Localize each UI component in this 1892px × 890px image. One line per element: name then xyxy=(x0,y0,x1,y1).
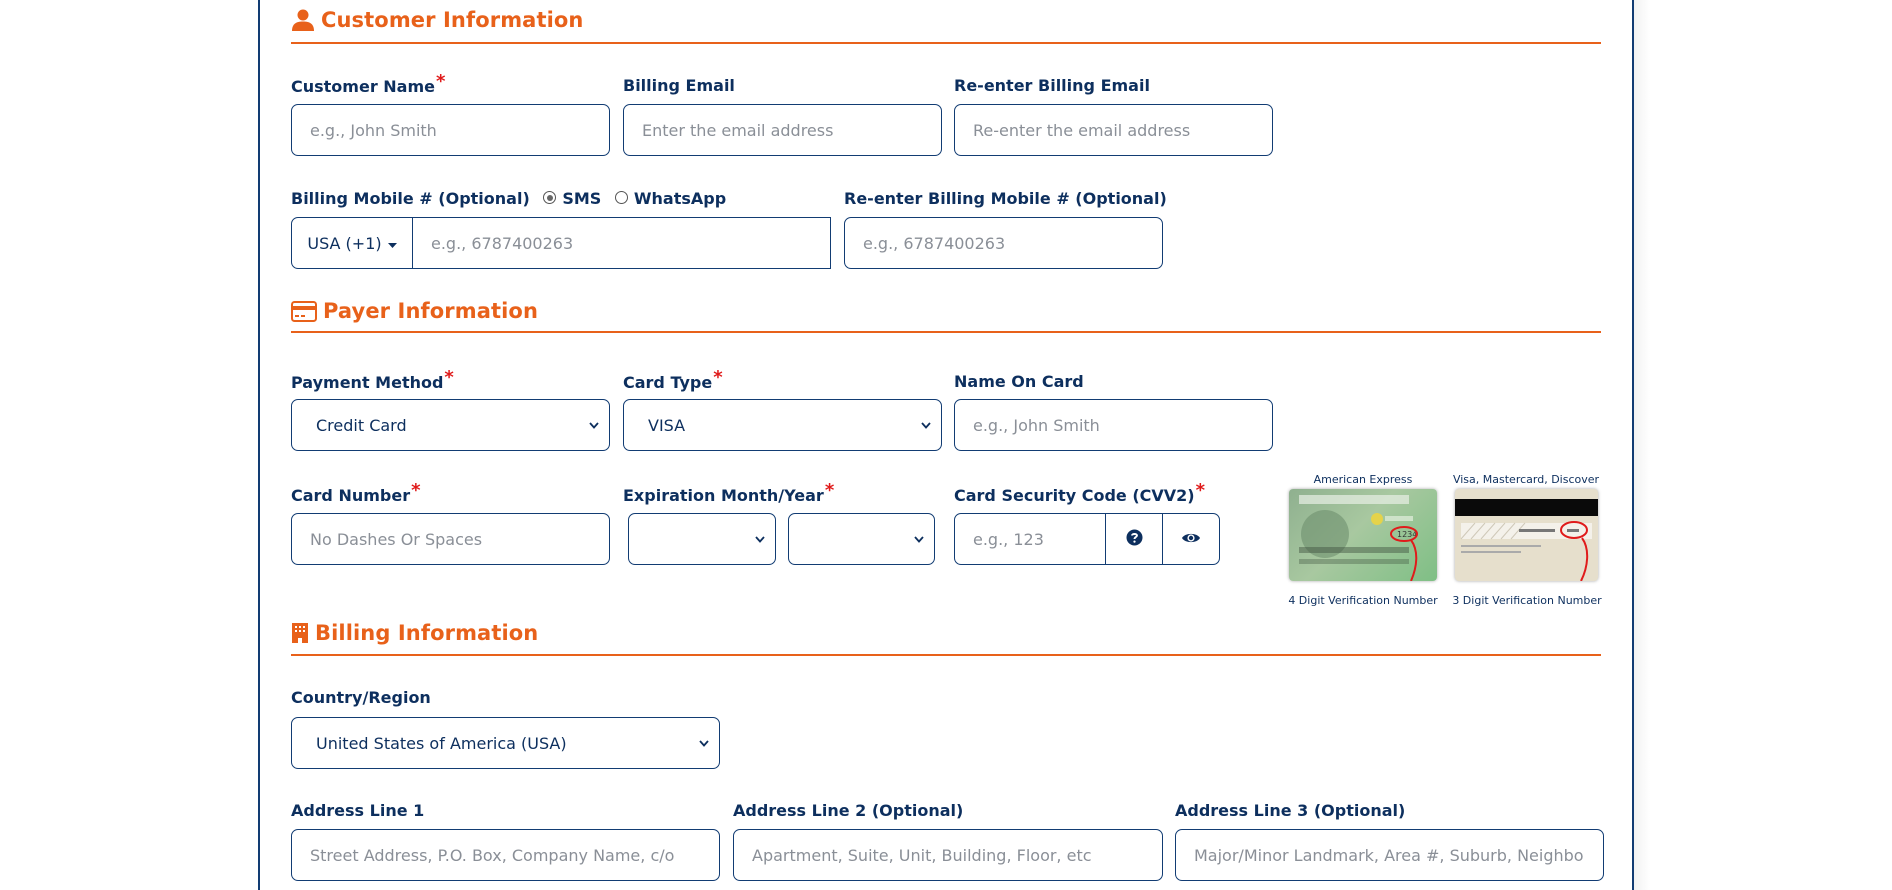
card-type-value: VISA xyxy=(648,415,686,435)
label-text: Expiration Month/Year xyxy=(623,486,824,505)
sms-radio-label[interactable]: SMS xyxy=(562,189,601,208)
visa-card-title: Visa, Mastercard, Discover xyxy=(1452,473,1600,486)
section-divider xyxy=(291,654,1601,656)
billing-email-field[interactable] xyxy=(623,104,942,156)
billing-email-label: Billing Email xyxy=(623,76,735,95)
required-asterisk: * xyxy=(436,71,446,92)
cvv-help-button[interactable] xyxy=(1105,514,1162,564)
section-title-customer: Customer Information xyxy=(291,8,583,32)
reenter-email-input[interactable] xyxy=(955,105,1272,155)
label-text: Customer Name xyxy=(291,77,435,96)
expiration-month-select[interactable] xyxy=(628,513,776,565)
payment-method-value: Credit Card xyxy=(316,415,407,435)
mobile-input[interactable] xyxy=(413,218,830,268)
chevron-down-icon xyxy=(914,534,924,544)
chevron-down-icon xyxy=(921,420,931,430)
card-type-label: Card Type* xyxy=(623,367,723,393)
cvv-field-group xyxy=(954,513,1220,565)
country-code-value: USA (+1) xyxy=(307,233,382,253)
label-text: Card Security Code (CVV2) xyxy=(954,486,1195,505)
country-select[interactable]: United States of America (USA) xyxy=(291,717,720,769)
expiration-year-select[interactable] xyxy=(788,513,935,565)
country-value: United States of America (USA) xyxy=(316,733,567,753)
label-text: Card Number xyxy=(291,486,411,505)
chevron-down-icon xyxy=(699,738,709,748)
mobile-label: Billing Mobile # (Optional) SMS WhatsApp xyxy=(291,189,726,208)
address-line-1-input[interactable] xyxy=(292,830,719,880)
caret-down-icon xyxy=(387,234,397,253)
label-text: Payment Method xyxy=(291,373,444,392)
amex-card-illustration: 1234 xyxy=(1299,495,1418,581)
section-title-text: Billing Information xyxy=(315,621,539,645)
sms-radio[interactable] xyxy=(543,191,557,204)
card-type-select[interactable]: VISA xyxy=(623,399,942,451)
chevron-down-icon xyxy=(589,420,599,430)
address-line-2-input[interactable] xyxy=(734,830,1162,880)
card-number-input[interactable] xyxy=(292,514,609,564)
visa-card-caption: 3 Digit Verification Number xyxy=(1452,594,1602,607)
building-icon xyxy=(291,622,309,644)
amex-card-title: American Express xyxy=(1313,473,1413,486)
mobile-field-group: USA (+1) xyxy=(291,217,831,269)
payment-method-label: Payment Method* xyxy=(291,367,454,393)
card-number-label: Card Number* xyxy=(291,480,421,506)
chevron-down-icon xyxy=(755,534,765,544)
amex-card-caption: 4 Digit Verification Number xyxy=(1288,594,1438,607)
required-asterisk: * xyxy=(444,367,454,388)
amex-card-image: 1234 xyxy=(1289,489,1437,581)
reenter-mobile-field[interactable] xyxy=(844,217,1163,269)
address-line-3-field[interactable] xyxy=(1175,829,1604,881)
required-asterisk: * xyxy=(1195,480,1206,501)
user-icon xyxy=(291,9,315,31)
customer-name-label: Customer Name* xyxy=(291,71,445,97)
whatsapp-radio-label[interactable]: WhatsApp xyxy=(634,189,726,208)
whatsapp-radio[interactable] xyxy=(614,191,628,204)
address-line-2-label: Address Line 2 (Optional) xyxy=(733,801,964,820)
cvv-show-button[interactable] xyxy=(1162,514,1219,564)
reenter-email-field[interactable] xyxy=(954,104,1273,156)
required-asterisk: * xyxy=(824,480,835,501)
section-divider xyxy=(291,42,1601,44)
customer-name-input[interactable] xyxy=(292,105,609,155)
address-line-3-label: Address Line 3 (Optional) xyxy=(1175,801,1406,820)
address-line-1-label: Address Line 1 xyxy=(291,801,425,820)
section-title-text: Payer Information xyxy=(323,299,539,323)
billing-email-input[interactable] xyxy=(624,105,941,155)
name-on-card-label: Name On Card xyxy=(954,372,1084,391)
customer-name-field[interactable] xyxy=(291,104,610,156)
visa-card-illustration xyxy=(1455,499,1598,581)
cvv-input[interactable] xyxy=(955,514,1105,564)
section-title-billing: Billing Information xyxy=(291,621,538,645)
required-asterisk: * xyxy=(411,480,421,501)
country-label: Country/Region xyxy=(291,688,431,707)
section-title-text: Customer Information xyxy=(321,8,584,32)
label-text: Billing Mobile # (Optional) xyxy=(291,189,530,208)
page-shadow xyxy=(1634,0,1650,890)
required-asterisk: * xyxy=(713,367,723,388)
address-line-3-input[interactable] xyxy=(1176,830,1603,880)
eye-icon xyxy=(1181,530,1201,549)
reenter-mobile-input[interactable] xyxy=(845,218,1162,268)
reenter-mobile-label: Re-enter Billing Mobile # (Optional) xyxy=(844,189,1167,208)
cvv-label: Card Security Code (CVV2)* xyxy=(954,480,1205,506)
payment-method-select[interactable]: Credit Card xyxy=(291,399,610,451)
address-line-2-field[interactable] xyxy=(733,829,1163,881)
name-on-card-input[interactable] xyxy=(955,400,1272,450)
credit-card-icon xyxy=(291,300,317,322)
section-title-payer: Payer Information xyxy=(291,299,538,323)
label-text: Card Type xyxy=(623,373,713,392)
expiration-label: Expiration Month/Year* xyxy=(623,480,834,506)
card-number-field[interactable] xyxy=(291,513,610,565)
address-line-1-field[interactable] xyxy=(291,829,720,881)
visa-card-image xyxy=(1455,489,1598,581)
country-code-dropdown[interactable]: USA (+1) xyxy=(292,218,413,268)
section-divider xyxy=(291,331,1601,333)
reenter-email-label: Re-enter Billing Email xyxy=(954,76,1150,95)
name-on-card-field[interactable] xyxy=(954,399,1273,451)
question-circle-icon xyxy=(1126,529,1143,550)
